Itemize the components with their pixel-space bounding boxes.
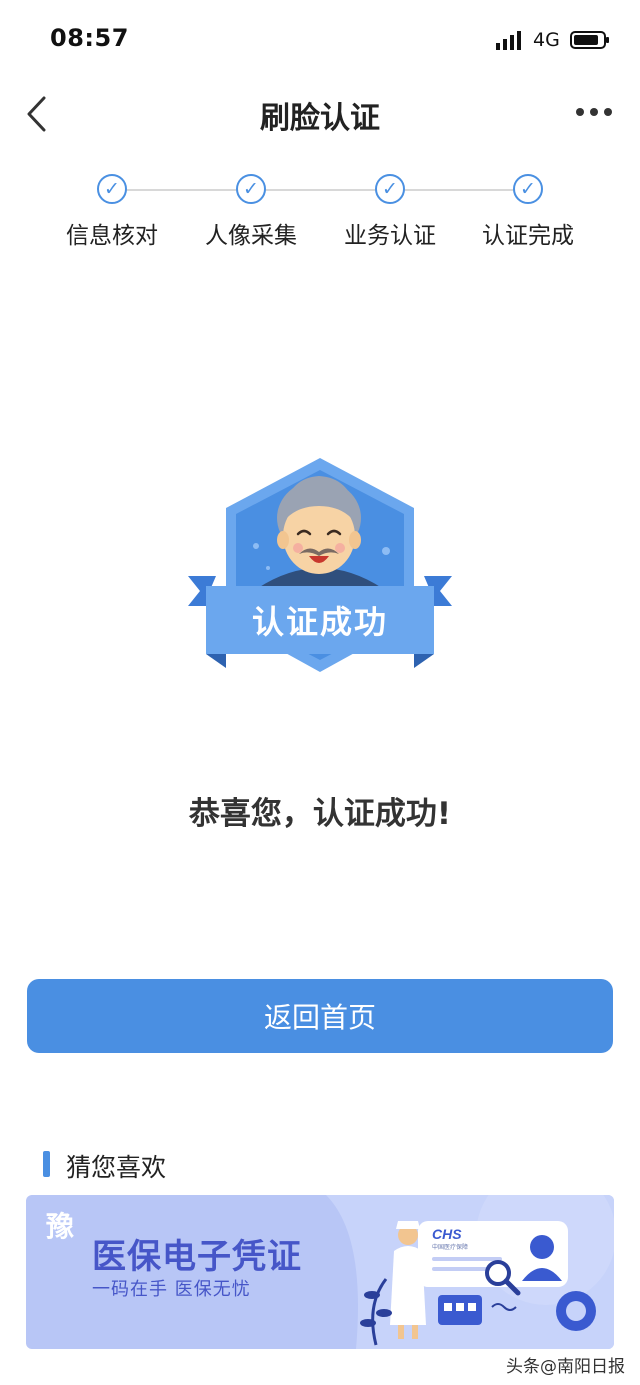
- verification-badge-illustration: [188, 458, 452, 672]
- status-time: 08:57: [50, 24, 129, 52]
- network-type: 4G: [533, 29, 560, 51]
- recommend-section-title: 猜您喜欢: [66, 1153, 167, 1182]
- card-caption-text: 中国医疗保障: [432, 1243, 468, 1251]
- step-label: 业务认证: [344, 223, 436, 249]
- success-message: 恭喜您，认证成功!: [188, 796, 452, 832]
- step-label: 认证完成: [482, 223, 574, 249]
- signal-icon: [496, 31, 521, 50]
- doctor-card-illustration: CHS 中国医疗保障: [360, 1221, 596, 1346]
- banner-subtitle: 一码在手 医保无忧: [92, 1279, 251, 1300]
- banner-logo-mark: 豫: [46, 1210, 75, 1243]
- more-options-icon[interactable]: [574, 102, 614, 122]
- step-check-icon: ✓: [97, 174, 127, 204]
- step-label: 信息核对: [66, 223, 158, 249]
- steps-connector: [112, 189, 528, 191]
- source-watermark: 头条@南阳日报: [506, 1357, 625, 1377]
- return-home-button[interactable]: 返回首页: [27, 979, 613, 1053]
- badge-label: 认证成功: [251, 603, 388, 641]
- step-check-icon: ✓: [236, 174, 266, 204]
- step-label: 人像采集: [205, 223, 297, 249]
- step-check-icon: ✓: [375, 174, 405, 204]
- medical-insurance-banner[interactable]: 豫 医保电子凭证 一码在手 医保无忧 CHS 中国医疗保障: [26, 1195, 614, 1349]
- step-check-icon: ✓: [513, 174, 543, 204]
- banner-title: 医保电子凭证: [92, 1237, 302, 1277]
- page-title: 刷脸认证: [260, 101, 380, 136]
- battery-icon: [570, 31, 609, 49]
- section-accent-bar: [43, 1151, 50, 1177]
- card-logo-text: CHS: [432, 1226, 462, 1242]
